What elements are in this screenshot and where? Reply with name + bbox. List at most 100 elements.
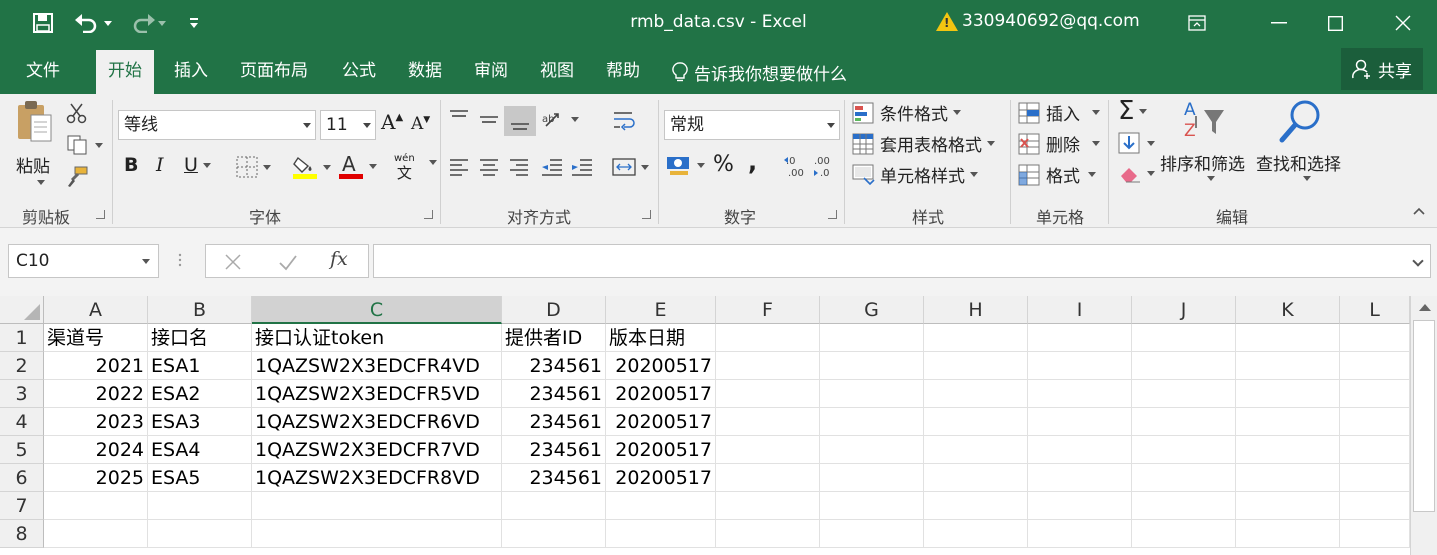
cell-e7[interactable] <box>606 492 716 520</box>
underline-button[interactable]: U <box>184 154 211 176</box>
paste-button[interactable]: 粘贴 <box>16 152 50 177</box>
font-name-combo[interactable]: 等线 <box>118 110 316 140</box>
maximize-icon[interactable] <box>1312 0 1358 46</box>
cell-b6[interactable]: ESA5 <box>148 464 252 492</box>
italic-button[interactable]: I <box>156 154 164 176</box>
comma-style-button[interactable]: , <box>748 148 757 176</box>
find-select-icon[interactable] <box>1278 98 1324 144</box>
column-header-c[interactable]: C <box>252 296 502 324</box>
cell-g4[interactable] <box>820 408 924 436</box>
cell-c5[interactable]: 1QAZSW2X3EDCFR7VD <box>252 436 502 464</box>
cell-e5[interactable]: 20200517 <box>606 436 716 464</box>
column-header-f[interactable]: F <box>716 296 820 324</box>
cell-i3[interactable] <box>1028 380 1132 408</box>
column-header-b[interactable]: B <box>148 296 252 324</box>
fill-color-icon[interactable] <box>292 154 331 180</box>
cell-l4[interactable] <box>1340 408 1410 436</box>
cell-e4[interactable]: 20200517 <box>606 408 716 436</box>
cell-g1[interactable] <box>820 324 924 352</box>
accounting-format-icon[interactable] <box>666 154 705 176</box>
row-header-6[interactable]: 6 <box>0 464 44 492</box>
cell-h8[interactable] <box>924 520 1028 548</box>
cell-g7[interactable] <box>820 492 924 520</box>
column-header-k[interactable]: K <box>1236 296 1340 324</box>
cell-k8[interactable] <box>1236 520 1340 548</box>
cell-j5[interactable] <box>1132 436 1236 464</box>
cell-a6[interactable]: 2025 <box>44 464 148 492</box>
cell-i8[interactable] <box>1028 520 1132 548</box>
column-header-d[interactable]: D <box>502 296 606 324</box>
number-launcher-icon[interactable] <box>828 210 837 219</box>
cell-l1[interactable] <box>1340 324 1410 352</box>
collapse-ribbon-icon[interactable] <box>1412 206 1426 216</box>
wrap-text-icon[interactable] <box>612 110 636 132</box>
row-header-8[interactable]: 8 <box>0 520 44 548</box>
cell-l7[interactable] <box>1340 492 1410 520</box>
bottom-align-icon[interactable] <box>504 106 536 136</box>
sort-filter-icon[interactable]: AZ <box>1182 98 1228 144</box>
cell-c7[interactable] <box>252 492 502 520</box>
scroll-thumb[interactable] <box>1413 320 1435 512</box>
cell-b1[interactable]: 接口名 <box>148 324 252 352</box>
cell-d6[interactable]: 234561 <box>502 464 606 492</box>
row-header-4[interactable]: 4 <box>0 408 44 436</box>
cell-d5[interactable]: 234561 <box>502 436 606 464</box>
cell-f5[interactable] <box>716 436 820 464</box>
confirm-entry-icon[interactable] <box>278 253 298 275</box>
cell-g2[interactable] <box>820 352 924 380</box>
middle-align-icon[interactable] <box>478 108 500 130</box>
formula-input[interactable] <box>373 244 1431 278</box>
vertical-scrollbar[interactable] <box>1410 296 1437 555</box>
clear-icon[interactable] <box>1118 162 1155 184</box>
column-header-i[interactable]: I <box>1028 296 1132 324</box>
close-icon[interactable] <box>1380 0 1426 46</box>
cell-i4[interactable] <box>1028 408 1132 436</box>
cell-j4[interactable] <box>1132 408 1236 436</box>
cell-d7[interactable] <box>502 492 606 520</box>
expand-formula-icon[interactable] <box>1412 255 1424 267</box>
row-header-7[interactable]: 7 <box>0 492 44 520</box>
cell-a1[interactable]: 渠道号 <box>44 324 148 352</box>
autosum-button[interactable]: Σ <box>1118 96 1148 126</box>
delete-cells-button[interactable]: 删除 <box>1018 131 1100 156</box>
account-area[interactable]: 330940692@qq.com <box>936 11 1140 31</box>
cell-g6[interactable] <box>820 464 924 492</box>
paste-dropdown-icon[interactable] <box>32 180 45 185</box>
number-format-combo[interactable]: 常规 <box>664 110 840 140</box>
cell-f1[interactable] <box>716 324 820 352</box>
cell-i5[interactable] <box>1028 436 1132 464</box>
cell-h2[interactable] <box>924 352 1028 380</box>
tab-insert[interactable]: 插入 <box>162 48 220 94</box>
cell-f6[interactable] <box>716 464 820 492</box>
column-header-l[interactable]: L <box>1340 296 1410 324</box>
cell-j1[interactable] <box>1132 324 1236 352</box>
cell-k3[interactable] <box>1236 380 1340 408</box>
cell-h7[interactable] <box>924 492 1028 520</box>
cell-f7[interactable] <box>716 492 820 520</box>
row-header-3[interactable]: 3 <box>0 380 44 408</box>
tab-formulas[interactable]: 公式 <box>330 48 388 94</box>
find-select-dropdown-icon[interactable] <box>1298 176 1311 181</box>
percent-button[interactable]: % <box>713 152 734 177</box>
cell-l5[interactable] <box>1340 436 1410 464</box>
cell-i2[interactable] <box>1028 352 1132 380</box>
sort-filter-dropdown-icon[interactable] <box>1202 176 1215 181</box>
shrink-font-button[interactable]: A ▼ <box>411 114 430 134</box>
increase-decimal-icon[interactable]: .0.00 <box>782 154 810 180</box>
tab-view[interactable]: 视图 <box>528 48 586 94</box>
borders-icon[interactable] <box>236 156 271 178</box>
font-color-icon[interactable]: A <box>338 152 377 180</box>
cell-c3[interactable]: 1QAZSW2X3EDCFR5VD <box>252 380 502 408</box>
align-right-icon[interactable] <box>508 156 530 178</box>
worksheet-grid[interactable]: A B C D E F G H I J K L 1 渠道号 接口名 接口认证token 提供者ID 版本日期 2 20… <box>0 296 1410 555</box>
cell-b7[interactable] <box>148 492 252 520</box>
scroll-up-icon[interactable] <box>1419 304 1431 311</box>
phonetic-guide-button[interactable]: wén 文 <box>394 152 415 181</box>
cell-b5[interactable]: ESA4 <box>148 436 252 464</box>
cell-c4[interactable]: 1QAZSW2X3EDCFR6VD <box>252 408 502 436</box>
cell-k4[interactable] <box>1236 408 1340 436</box>
decrease-indent-icon[interactable] <box>540 156 564 178</box>
cell-b2[interactable]: ESA1 <box>148 352 252 380</box>
tab-home[interactable]: 开始 <box>96 50 154 94</box>
cell-e6[interactable]: 20200517 <box>606 464 716 492</box>
